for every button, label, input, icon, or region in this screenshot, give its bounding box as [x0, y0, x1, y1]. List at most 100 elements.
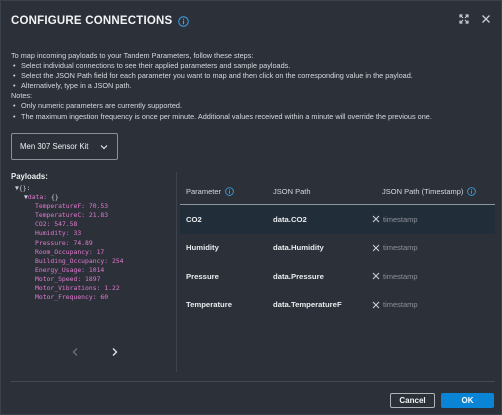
json-field-value[interactable]: 17 — [97, 248, 105, 256]
connection-select-value: Men 307 Sensor Kit — [20, 142, 89, 151]
close-icon[interactable] — [481, 14, 491, 24]
row-timestamp-cell: timestamp — [372, 300, 495, 309]
json-field-key: Pressure: — [35, 238, 70, 247]
json-brace: {} — [50, 193, 59, 202]
json-field-value[interactable]: 60 — [100, 293, 108, 301]
json-field[interactable]: TemperatureF: 70.53 — [15, 202, 124, 211]
clear-x-icon[interactable] — [372, 272, 380, 280]
info-icon[interactable] — [467, 186, 477, 196]
json-field-key: TemperatureC: — [35, 211, 86, 220]
json-field-key: Room_Occupancy: — [35, 247, 93, 256]
dialog-title: CONFIGURE CONNECTIONS — [11, 15, 173, 27]
timestamp-input[interactable]: timestamp — [383, 272, 418, 281]
instruction-step-continuation: Alternatively, type in a JSON path. — [11, 81, 496, 91]
json-field[interactable]: Pressure: 74.89 — [15, 239, 124, 248]
json-field-key: Motor_Vibrations: — [35, 284, 101, 293]
row-json-path-field[interactable]: data.Humidity — [273, 243, 372, 252]
row-timestamp-cell: timestamp — [372, 215, 495, 224]
clear-x-icon[interactable] — [372, 215, 380, 223]
row-json-path-field[interactable]: data.CO2 — [273, 215, 372, 224]
expand-icon[interactable] — [459, 14, 469, 24]
info-icon[interactable] — [178, 15, 190, 27]
json-field-key: Building_Occupancy: — [35, 256, 109, 265]
panel-divider — [176, 172, 177, 372]
json-field-value[interactable]: 1.22 — [104, 284, 119, 292]
instructions-steps: Select individual connections to see the… — [11, 61, 496, 91]
timestamp-input[interactable]: timestamp — [383, 215, 418, 224]
clear-x-icon[interactable] — [372, 301, 380, 309]
json-field-value[interactable]: 21.83 — [89, 211, 108, 219]
row-json-path-field[interactable]: data.Pressure — [273, 272, 372, 281]
cancel-button[interactable]: Cancel — [390, 393, 435, 408]
json-field-key: Motor_Speed: — [35, 274, 82, 283]
row-parameter: CO2 — [186, 214, 202, 224]
payload-json-tree: ▼{}: ▼data: {} TemperatureF: 70.53 Temper… — [15, 184, 124, 302]
clear-x-icon[interactable] — [372, 244, 380, 252]
json-field-value[interactable]: 1014 — [89, 266, 104, 274]
header-parameter-label: Parameter — [186, 186, 222, 196]
table-row[interactable]: Humidity data.Humidity timestamp — [180, 234, 495, 263]
json-field-key: Motor_Frequency: — [35, 293, 97, 302]
table-row[interactable]: Pressure data.Pressure timestamp — [180, 262, 495, 291]
payload-pager — [71, 347, 119, 357]
chevron-left-icon[interactable] — [71, 347, 80, 357]
table-row[interactable]: CO2 data.CO2 timestamp — [180, 205, 495, 234]
header-json-path: JSON Path — [273, 186, 311, 196]
chevron-down-icon — [100, 143, 108, 151]
header-json-path-timestamp-label: JSON Path (Timestamp) — [382, 186, 464, 196]
row-parameter: Temperature — [186, 300, 232, 310]
note-item: The maximum ingestion frequency is once … — [11, 112, 496, 122]
json-field-value[interactable]: 70.53 — [89, 202, 108, 210]
configure-connections-dialog: CONFIGURE CONNECTIONS To map incoming pa… — [0, 0, 502, 415]
json-field[interactable]: Motor_Speed: 1897 — [15, 275, 124, 284]
dialog-header: CONFIGURE CONNECTIONS — [11, 13, 190, 29]
json-field-value[interactable]: 1897 — [85, 275, 100, 283]
row-json-path-field[interactable]: data.TemperatureF — [273, 300, 372, 309]
json-field[interactable]: Building_Occupancy: 254 — [15, 257, 124, 266]
json-field[interactable]: CO2: 547.58 — [15, 220, 124, 229]
ok-button[interactable]: OK — [441, 393, 494, 408]
notes-list: Only numeric parameters are currently su… — [11, 101, 496, 121]
header-json-path-timestamp: JSON Path (Timestamp) — [382, 187, 495, 196]
instruction-step: Select the JSON Path field for each para… — [11, 71, 496, 81]
instruction-step: Select individual connections to see the… — [11, 61, 496, 71]
header-parameter: Parameter — [180, 187, 273, 196]
payloads-label: Payloads: — [11, 172, 48, 181]
chevron-right-icon[interactable] — [110, 347, 119, 357]
json-field[interactable]: Motor_Frequency: 60 — [15, 293, 124, 302]
json-key: data: — [27, 193, 48, 202]
json-field[interactable]: TemperatureC: 21.83 — [15, 211, 124, 220]
json-field-value[interactable]: 33 — [74, 229, 82, 237]
parameter-mapping-table: Parameter JSON Path JSON Path (Timestamp… — [180, 178, 495, 319]
json-field-key: CO2: — [35, 220, 51, 229]
json-field[interactable]: Motor_Vibrations: 1.22 — [15, 284, 124, 293]
instructions-intro: To map incoming payloads to your Tandem … — [11, 51, 254, 60]
json-root-node[interactable]: ▼{}: — [15, 184, 124, 193]
timestamp-input[interactable]: timestamp — [383, 300, 418, 309]
row-timestamp-cell: timestamp — [372, 243, 495, 252]
json-root-label: {}: — [18, 184, 31, 192]
footer-divider — [11, 381, 495, 382]
note-item: Only numeric parameters are currently su… — [11, 101, 496, 111]
json-field[interactable]: Energy_Usage: 1014 — [15, 266, 124, 275]
instruction-step-text: Alternatively, type in a JSON path. — [21, 81, 132, 91]
notes-label: Notes: — [11, 91, 33, 101]
json-field-value[interactable]: 547.58 — [54, 220, 77, 228]
json-field-key: Energy_Usage: — [35, 265, 86, 274]
json-field-value[interactable]: 254 — [112, 257, 124, 265]
info-icon[interactable] — [225, 186, 234, 196]
connection-select[interactable]: Men 307 Sensor Kit — [11, 133, 118, 160]
table-row[interactable]: Temperature data.TemperatureF timestamp — [180, 291, 495, 320]
json-field-key: TemperatureF: — [35, 202, 86, 211]
json-field-key: Humidity: — [35, 229, 70, 238]
json-data-node[interactable]: ▼data: {} — [15, 193, 124, 202]
json-field[interactable]: Room_Occupancy: 17 — [15, 248, 124, 257]
instructions: To map incoming payloads to your Tandem … — [11, 51, 496, 122]
json-field-value[interactable]: 74.89 — [74, 239, 93, 247]
header-actions — [459, 14, 491, 24]
timestamp-input[interactable]: timestamp — [383, 243, 418, 252]
row-timestamp-cell: timestamp — [372, 272, 495, 281]
json-field[interactable]: Humidity: 33 — [15, 229, 124, 238]
row-parameter: Humidity — [186, 243, 219, 253]
row-parameter: Pressure — [186, 271, 219, 281]
